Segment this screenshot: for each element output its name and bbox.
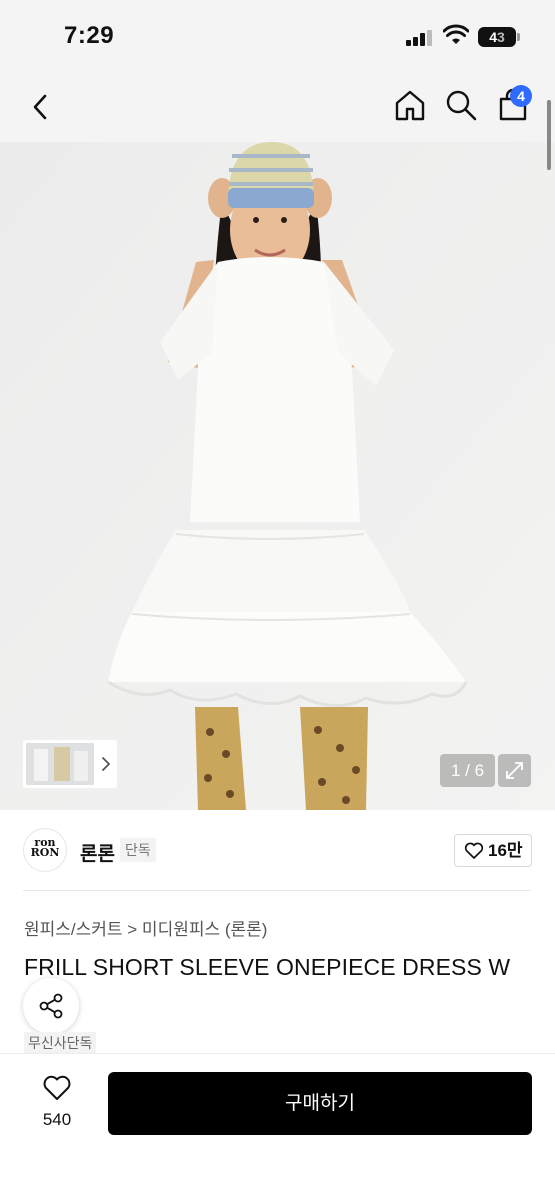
bottom-action-bar: 540 구매하기 [0,1053,555,1200]
share-button[interactable] [23,978,79,1034]
brand-logo-text: ron RON [30,836,60,859]
wishlist-count: 540 [42,1110,72,1129]
expand-icon [506,762,523,779]
thumbnail-image[interactable] [26,743,94,785]
buy-button[interactable]: 구매하기 [108,1072,532,1135]
top-nav-bar: 4 [0,72,555,142]
chevron-right-icon[interactable] [99,752,113,776]
home-icon[interactable] [393,88,427,122]
back-arrow-icon[interactable] [26,90,56,124]
status-time: 7:29 [64,22,115,49]
battery-level: 43 [489,29,505,45]
musinsa-exclusive-tag: 무신사단독 [24,1032,97,1054]
scrollbar[interactable] [547,100,551,170]
wifi-icon [443,24,469,44]
cellular-signal-icon [406,30,434,46]
cart-count-badge: 4 [510,85,532,107]
search-icon[interactable] [444,88,478,122]
product-photo [0,142,555,810]
heart-icon[interactable] [42,1074,72,1102]
share-icon [39,993,63,1019]
image-page-counter: 1 / 6 [440,754,495,787]
battery-cap [517,33,520,41]
product-image-gallery[interactable]: 1 / 6 [0,142,555,810]
brand-name[interactable]: 론론 [80,839,115,866]
product-title: FRILL SHORT SLEEVE ONEPIECE DRESS W [24,954,511,980]
brand-exclusive-badge: 단독 [120,838,156,862]
heart-icon [464,842,484,859]
thumbnail-strip[interactable] [23,740,117,788]
brand-like-count: 16만 [488,841,523,860]
status-bar: 7:29 43 [0,0,555,72]
brand-like-button[interactable]: 16만 [454,834,532,867]
category-breadcrumb[interactable]: 원피스/스커트 > 미디원피스 (론론) [24,915,267,940]
expand-image-button[interactable] [498,754,531,787]
section-divider [23,890,531,891]
